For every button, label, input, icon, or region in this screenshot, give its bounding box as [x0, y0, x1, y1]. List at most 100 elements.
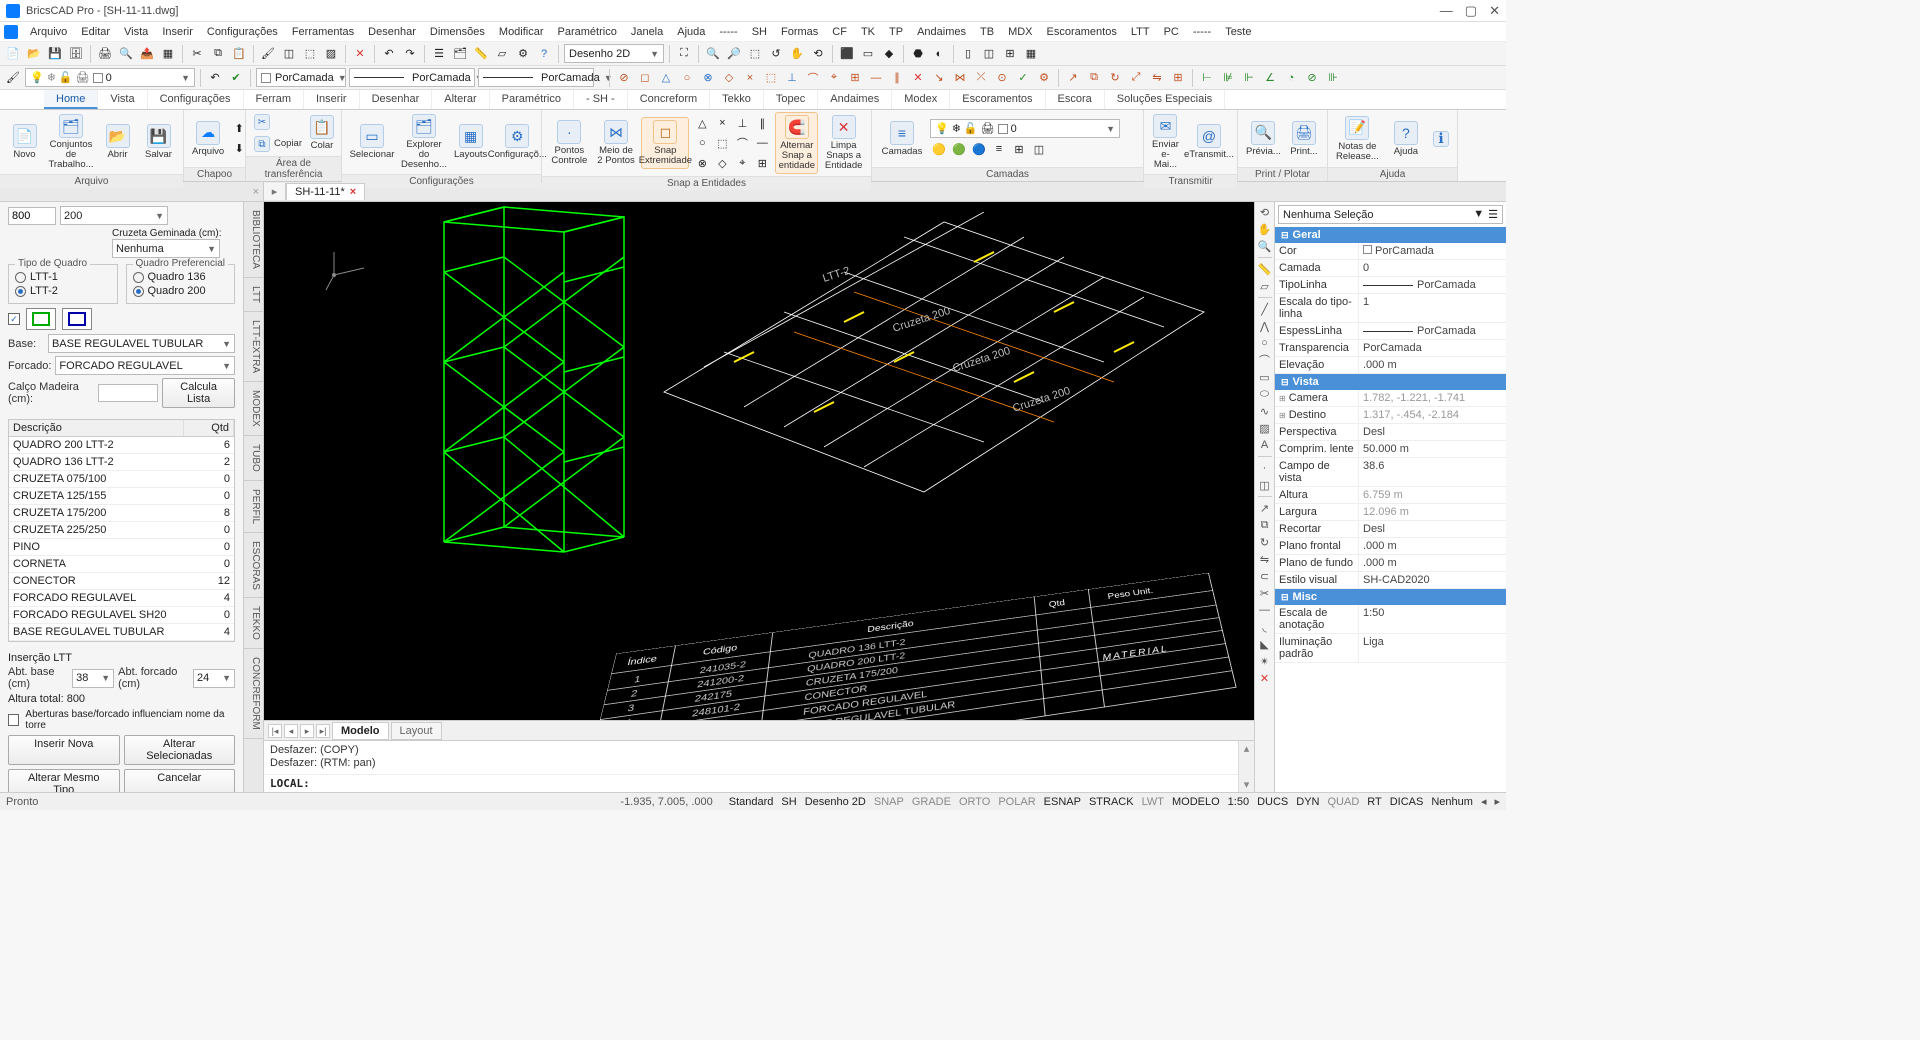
modify-copy-icon[interactable]: ⧉: [1085, 69, 1103, 87]
ribbon-conjuntos[interactable]: 🗂Conjuntos de Trabalho...: [47, 112, 95, 172]
tab-modelo[interactable]: Modelo: [332, 722, 389, 740]
prop-row[interactable]: Escala de anotação1:50: [1275, 605, 1506, 634]
vp3-icon[interactable]: ⊞: [1001, 45, 1019, 63]
base-select[interactable]: BASE REGULAVEL TUBULAR▼: [48, 334, 235, 353]
modify-trim-icon[interactable]: ✂: [1257, 585, 1273, 601]
radio-q200[interactable]: Quadro 200: [133, 285, 229, 297]
workspace-dropdown[interactable]: Desenho 2D▼: [564, 44, 664, 63]
ribbon-tab-concreform[interactable]: Concreform: [628, 90, 710, 109]
layout-icon[interactable]: ▦: [159, 45, 177, 63]
dim-ord-icon[interactable]: ⊩: [1240, 69, 1258, 87]
prop-row[interactable]: TransparenciaPorCamada: [1275, 340, 1506, 357]
side-tab-concreform[interactable]: CONCREFORM: [244, 649, 263, 739]
draw-block-icon[interactable]: ◫: [1257, 477, 1273, 493]
ribbon-info[interactable]: ℹ: [1431, 129, 1451, 149]
side-tab-modex[interactable]: MODEX: [244, 382, 263, 436]
radio-ltt1[interactable]: LTT-1: [15, 271, 111, 283]
modify-scale-icon[interactable]: ⤢: [1127, 69, 1145, 87]
tab-nav-next[interactable]: ▸: [300, 724, 314, 738]
layer-state-icon[interactable]: ✔: [227, 69, 245, 87]
ribbon-tab-param[interactable]: Paramétrico: [490, 90, 574, 109]
menu-tb[interactable]: TB: [974, 24, 1000, 40]
props-cat-geral[interactable]: ⊟Geral: [1275, 227, 1506, 243]
snap-perp-icon[interactable]: ⊥: [783, 69, 801, 87]
modify-move-icon[interactable]: ↗: [1064, 69, 1082, 87]
modify-chamfer-icon[interactable]: ◣: [1257, 636, 1273, 652]
ribbon-tab-tekko[interactable]: Tekko: [710, 90, 764, 109]
table-row[interactable]: BASE REGULAVEL TUBULAR4: [9, 624, 234, 641]
command-scrollbar[interactable]: ▴▾: [1238, 741, 1254, 792]
draw-spline-icon[interactable]: ∿: [1257, 403, 1273, 419]
modify-erase2-icon[interactable]: ✕: [1257, 670, 1273, 686]
prop-row[interactable]: Estilo visualSH-CAD2020: [1275, 572, 1506, 589]
ribbon-tab-home[interactable]: Home: [44, 90, 98, 109]
status-toggle-modelo[interactable]: MODELO: [1172, 796, 1220, 808]
close-button[interactable]: ✕: [1489, 3, 1500, 19]
prop-row[interactable]: Campo de vista38.6: [1275, 458, 1506, 487]
menu-janela[interactable]: Janela: [625, 24, 669, 40]
pan-icon[interactable]: ✋: [788, 45, 806, 63]
side-tab-tekko[interactable]: TEKKO: [244, 598, 263, 649]
doc-start-button[interactable]: ▸: [264, 183, 286, 200]
nav-area-icon[interactable]: ▱: [1257, 278, 1273, 294]
prop-row[interactable]: ⊞Camera1.782, -1.221, -1.741: [1275, 390, 1506, 407]
draw-ellipse-icon[interactable]: ⬭: [1257, 386, 1273, 402]
menu-dimensoes[interactable]: Dimensões: [424, 24, 491, 40]
table-row[interactable]: QUADRO 136 LTT-22: [9, 454, 234, 471]
lineweight-dropdown[interactable]: PorCamada▼: [478, 68, 594, 87]
menu-editar[interactable]: Editar: [75, 24, 116, 40]
tab-nav-first[interactable]: |◂: [268, 724, 282, 738]
ribbon-colar[interactable]: 📋Colar: [308, 113, 336, 153]
open-icon[interactable]: 📂: [25, 45, 43, 63]
tab-layout[interactable]: Layout: [391, 722, 442, 740]
snap-from-icon[interactable]: ↘: [930, 69, 948, 87]
erase-icon[interactable]: ✕: [351, 45, 369, 63]
props-selection-dropdown[interactable]: Nenhuma Seleção▼☰: [1278, 205, 1503, 224]
ribbon-layouts[interactable]: ▦Layouts: [452, 122, 489, 162]
prop-row[interactable]: Escala do tipo-linha1: [1275, 294, 1506, 323]
maximize-button[interactable]: ▢: [1465, 3, 1477, 19]
prop-row[interactable]: Elevação.000 m: [1275, 357, 1506, 374]
props-cat-vista[interactable]: ⊟Vista: [1275, 374, 1506, 390]
menu-ferramentas[interactable]: Ferramentas: [286, 24, 360, 40]
snap-ins-icon[interactable]: ⬚: [762, 69, 780, 87]
help-icon[interactable]: ?: [535, 45, 553, 63]
snap-mini-7[interactable]: ⌒: [733, 134, 751, 152]
snap-mini-8[interactable]: —: [753, 134, 771, 152]
abt-forc-select[interactable]: 24▼: [193, 669, 235, 688]
status-toggle-ducs[interactable]: DUCS: [1257, 796, 1288, 808]
checkbox-aberturas[interactable]: [8, 714, 19, 726]
ribbon-tab-desenhar[interactable]: Desenhar: [360, 90, 433, 109]
status-toggle-standard[interactable]: Standard: [729, 796, 774, 808]
prop-row[interactable]: Plano de fundo.000 m: [1275, 555, 1506, 572]
save-icon[interactable]: 💾: [46, 45, 64, 63]
status-toggle-orto[interactable]: ORTO: [959, 796, 990, 808]
minimize-button[interactable]: —: [1440, 3, 1453, 19]
table-row[interactable]: CONECTOR12: [9, 573, 234, 590]
ribbon-camadas[interactable]: ≡Camadas: [878, 119, 926, 159]
snap-center-icon[interactable]: ○: [678, 69, 696, 87]
layer-tool-1[interactable]: 🟡: [930, 140, 948, 158]
snap-par-icon[interactable]: ∥: [888, 69, 906, 87]
prop-row[interactable]: PerspectivaDesl: [1275, 424, 1506, 441]
vp1-icon[interactable]: ▯: [959, 45, 977, 63]
visual-style-icon[interactable]: ◐: [930, 45, 948, 63]
layer-tool-4[interactable]: ≡: [990, 140, 1008, 158]
snap-mini-12[interactable]: ⊞: [753, 154, 771, 172]
modify-mirror2-icon[interactable]: ⇋: [1257, 551, 1273, 567]
ribbon-tab-escora[interactable]: Escora: [1046, 90, 1105, 109]
props-filter-icon[interactable]: ☰: [1488, 208, 1498, 221]
ribbon-notas[interactable]: 📝Notas de Release...: [1334, 114, 1381, 164]
draw-circle-icon[interactable]: ○: [1257, 335, 1273, 351]
prop-row[interactable]: Plano frontal.000 m: [1275, 538, 1506, 555]
prop-row[interactable]: ⊞Destino1.317, -.454, -2.184: [1275, 407, 1506, 424]
side-tab-ltt-extra[interactable]: LTT-EXTRA: [244, 312, 263, 382]
status-toggle-esnap[interactable]: ESNAP: [1044, 796, 1081, 808]
ribbon-tab-andaimes[interactable]: Andaimes: [818, 90, 892, 109]
snap-mini-5[interactable]: ○: [693, 134, 711, 152]
ribbon-explorer[interactable]: 🗂Explorer do Desenho...: [400, 112, 448, 172]
snap-int-icon[interactable]: ×: [741, 69, 759, 87]
table-row[interactable]: CRUZETA 225/2500: [9, 522, 234, 539]
ribbon-print[interactable]: 🖨Print...: [1287, 119, 1321, 159]
nav-orbit-icon[interactable]: ⟲: [1257, 204, 1273, 220]
